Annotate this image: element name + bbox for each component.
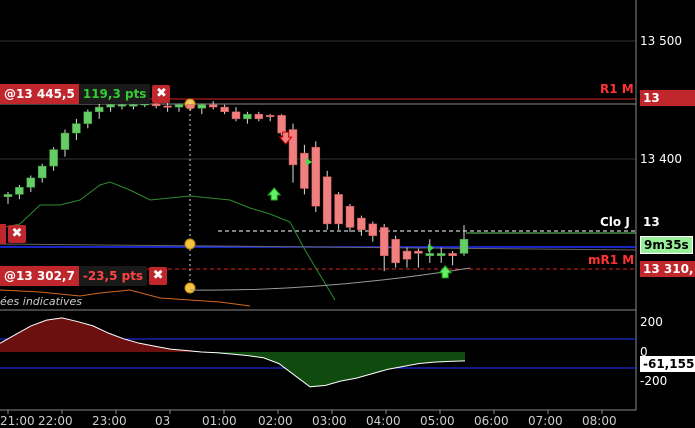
candle-body: [311, 146, 321, 207]
candle-body: [425, 253, 435, 257]
order-marker-dot: [184, 282, 196, 294]
candle-body: [391, 238, 400, 264]
candle-body: [345, 205, 355, 228]
x-axis-label: 05:00: [420, 414, 455, 428]
order-points: 119,3 pts: [78, 84, 151, 104]
x-axis-label: 22:00: [38, 414, 73, 428]
candle-body: [94, 106, 104, 113]
order-tag-partial[interactable]: ✖: [0, 224, 26, 244]
indicator-line-grey: [189, 267, 471, 291]
candle-body: [208, 104, 218, 108]
clo-price-box: 13 341,2: [643, 215, 660, 229]
candle-body: [174, 104, 184, 108]
candle-body: [83, 111, 93, 124]
x-axis-label: 21:00: [0, 414, 35, 428]
buy-arrow-icon: [267, 187, 282, 201]
y-axis-label: 13 400: [640, 152, 682, 166]
osc-negative-area: [0, 352, 465, 387]
x-axis-label: 03: [155, 414, 171, 428]
order-marker-dot: [184, 238, 196, 250]
candle-body: [117, 104, 127, 107]
trading-chart[interactable]: [0, 0, 695, 428]
candle-body: [231, 111, 241, 120]
osc-current-value: -61,155: [640, 356, 695, 372]
candle-body: [368, 223, 378, 236]
order-points: -23,5 pts: [78, 266, 148, 286]
osc-axis-label: 200: [640, 315, 663, 329]
candle-body: [459, 238, 469, 254]
candle-body: [288, 129, 298, 166]
x-axis-label: 08:00: [582, 414, 617, 428]
candle-body: [60, 132, 70, 150]
clo-level-label: Clo J: [600, 215, 630, 229]
candle-body: [334, 194, 343, 225]
candle-body: [379, 227, 389, 257]
osc-positive-area: [0, 317, 465, 352]
order-tag-short[interactable]: @13 302,7 -23,5 pts ✖: [0, 266, 168, 286]
candle-body: [243, 113, 252, 120]
candle-body: [300, 152, 309, 189]
x-axis-label: 23:00: [92, 414, 127, 428]
candle-body: [26, 177, 36, 188]
x-axis-label: 04:00: [366, 414, 401, 428]
candle-body: [414, 250, 423, 254]
candle-body: [72, 123, 81, 134]
order-price: @13 445,5: [0, 84, 79, 104]
candle-body: [129, 104, 138, 107]
mr1-price-box: 13 310,: [640, 261, 695, 277]
close-icon[interactable]: ✖: [149, 267, 168, 285]
r1-price-box: 13 452,6: [640, 90, 695, 106]
candle-body: [197, 104, 207, 109]
candle-body: [448, 253, 457, 257]
x-axis-label: 02:00: [258, 414, 293, 428]
x-axis-label: 06:00: [474, 414, 509, 428]
x-axis-label: 01:00: [202, 414, 237, 428]
candle-body: [436, 253, 446, 257]
candle-body: [322, 176, 332, 225]
mr1-level-label: mR1 M: [588, 253, 635, 267]
candle-body: [277, 115, 286, 134]
candle-body: [163, 105, 172, 108]
buy-arrow-icon: [438, 265, 453, 279]
candle-body: [106, 104, 115, 108]
candle-body: [186, 104, 195, 109]
indicator-caption: ées indicatives: [0, 295, 82, 308]
signal-triangle-icon: [428, 244, 434, 252]
countdown-timer: 9m35s: [640, 236, 693, 254]
candle-body: [265, 115, 275, 118]
candle-body: [357, 217, 366, 231]
osc-axis-label: -200: [640, 374, 668, 388]
candle-body: [254, 113, 264, 120]
y-axis-label: 13 500: [640, 34, 682, 48]
order-price: @13 302,7: [0, 266, 79, 286]
close-icon[interactable]: ✖: [8, 225, 26, 243]
order-tag-long[interactable]: @13 445,5 119,3 pts ✖: [0, 84, 171, 104]
candle-body: [402, 250, 412, 260]
x-axis-label: 03:00: [312, 414, 347, 428]
candle-body: [220, 106, 229, 113]
candle-body: [37, 165, 47, 179]
candle-body: [15, 187, 24, 195]
candle-body: [3, 194, 13, 198]
x-axis-label: 07:00: [528, 414, 563, 428]
candle-body: [49, 149, 58, 167]
close-icon[interactable]: ✖: [152, 85, 171, 103]
r1-level-label: R1 M: [600, 82, 634, 96]
